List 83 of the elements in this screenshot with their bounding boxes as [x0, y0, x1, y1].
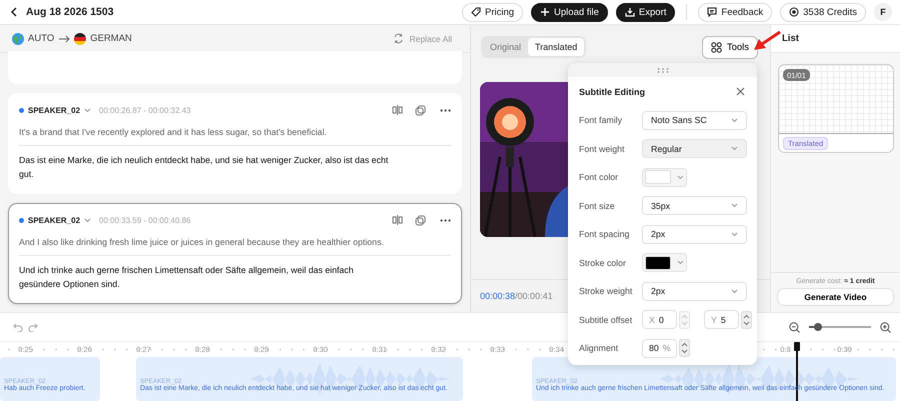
setting-label: Alignment — [579, 343, 620, 354]
more-icon[interactable] — [440, 218, 451, 222]
more-icon[interactable] — [440, 108, 451, 112]
caret-icon[interactable] — [84, 108, 92, 112]
credits-button[interactable]: 3538 Credits — [780, 2, 866, 22]
copy-icon[interactable] — [415, 214, 426, 226]
grid-icon — [710, 42, 722, 52]
caret-icon — [677, 260, 684, 266]
setting-dropdown[interactable]: 2px — [642, 224, 747, 244]
color-picker[interactable] — [642, 168, 687, 187]
caret-icon — [677, 174, 684, 180]
download-icon — [624, 7, 635, 17]
speaker-name[interactable]: SPEAKER_02 — [28, 106, 80, 114]
color-picker[interactable] — [642, 253, 687, 272]
caret-icon — [731, 118, 738, 123]
arrow-right-icon — [58, 34, 70, 42]
coin-icon — [789, 7, 800, 17]
setting-label: Subtitle offset — [579, 314, 634, 325]
zoom-in-icon[interactable] — [880, 322, 891, 332]
alignment-field[interactable]: 80 % — [642, 338, 677, 358]
feedback-button[interactable]: Feedback — [698, 2, 772, 22]
undo-icon[interactable] — [13, 322, 23, 332]
y-offset-field[interactable]: Y 5 — [704, 310, 739, 330]
speaker-name[interactable]: SPEAKER_02 — [28, 216, 80, 224]
setting-dropdown[interactable]: Noto Sans SC — [642, 110, 747, 130]
tag-icon — [470, 7, 481, 17]
setting-label: Stroke color — [579, 258, 627, 268]
stepper-icon[interactable] — [741, 310, 752, 329]
drag-handle-icon[interactable] — [656, 68, 668, 72]
plus-icon — [540, 7, 550, 17]
caret-icon — [731, 232, 738, 237]
speaker-dot-icon — [19, 218, 24, 222]
close-icon[interactable] — [736, 87, 745, 96]
tools-button[interactable]: Tools — [702, 36, 758, 58]
setting-label: Stroke weight — [579, 286, 634, 296]
setting-dropdown[interactable]: 2px — [642, 282, 747, 301]
generate-video-button[interactable]: Generate Video — [777, 288, 894, 306]
panel-title: Subtitle Editing — [579, 86, 645, 96]
copy-icon[interactable] — [415, 104, 426, 116]
back-icon[interactable] — [10, 7, 18, 17]
original-text: And I also like drinking fresh lime juice or juices in general because they are healthier options. — [19, 237, 451, 256]
upload-button[interactable]: Upload file — [531, 2, 608, 22]
setting-label: Font family — [579, 115, 624, 126]
flag-icon — [74, 32, 86, 44]
export-button[interactable]: Export — [616, 2, 676, 22]
globe-icon — [12, 32, 24, 44]
caret-icon — [731, 146, 738, 152]
setting-label: Font weight — [579, 144, 626, 154]
segment-time: 00:00:26.87 - 00:00:32.43 — [99, 106, 191, 114]
target-language[interactable]: GERMAN — [90, 33, 132, 44]
setting-label: Font size — [579, 200, 616, 211]
setting-dropdown[interactable]: Regular — [642, 139, 747, 158]
zoom-slider-thumb[interactable] — [814, 323, 822, 331]
zoom-out-icon[interactable] — [789, 322, 800, 332]
x-offset-field[interactable]: X 0 — [642, 310, 677, 330]
setting-label: Font spacing — [579, 229, 630, 240]
view-tab[interactable]: Original — [483, 38, 528, 56]
translated-text[interactable]: Das ist eine Marke, die ich neulich entdeckt habe, und sie hat weniger Zucker, also ist das echt gut. — [19, 153, 451, 181]
current-time: 00:00:38 — [480, 291, 516, 301]
original-text: It's a brand that I've recently explored and it has less sugar, so that's beneficial. — [19, 127, 451, 146]
pricing-button[interactable]: Pricing — [462, 2, 524, 22]
view-tab[interactable]: Translated — [528, 38, 584, 56]
caret-icon — [731, 203, 738, 208]
segment-time: 00:00:33.59 - 00:00:40.86 — [99, 216, 191, 224]
split-icon[interactable] — [392, 215, 403, 225]
pointer-arrow — [752, 30, 782, 52]
speaker-dot-icon — [19, 108, 24, 112]
setting-dropdown[interactable]: 35px — [642, 196, 747, 216]
total-time: /00:00:41 — [515, 291, 553, 301]
project-title: Aug 18 2026 1503 — [26, 6, 114, 18]
message-icon — [707, 7, 718, 17]
refresh-icon — [393, 33, 404, 44]
caret-icon[interactable] — [84, 218, 92, 222]
setting-label: Font color — [579, 172, 620, 182]
split-icon[interactable] — [392, 105, 403, 115]
stepper-icon[interactable] — [679, 339, 690, 358]
segment-card[interactable] — [8, 203, 462, 304]
user-avatar[interactable]: F — [874, 3, 892, 21]
translated-text[interactable]: Und ich trinke auch gerne frischen Limettensaft oder Säfte allgemein, weil das einfach gesündere Optionen sind. — [19, 263, 451, 291]
list-title: List — [782, 33, 799, 44]
redo-icon[interactable] — [28, 322, 38, 332]
source-language[interactable]: AUTO — [28, 33, 54, 44]
caret-icon — [731, 288, 738, 294]
